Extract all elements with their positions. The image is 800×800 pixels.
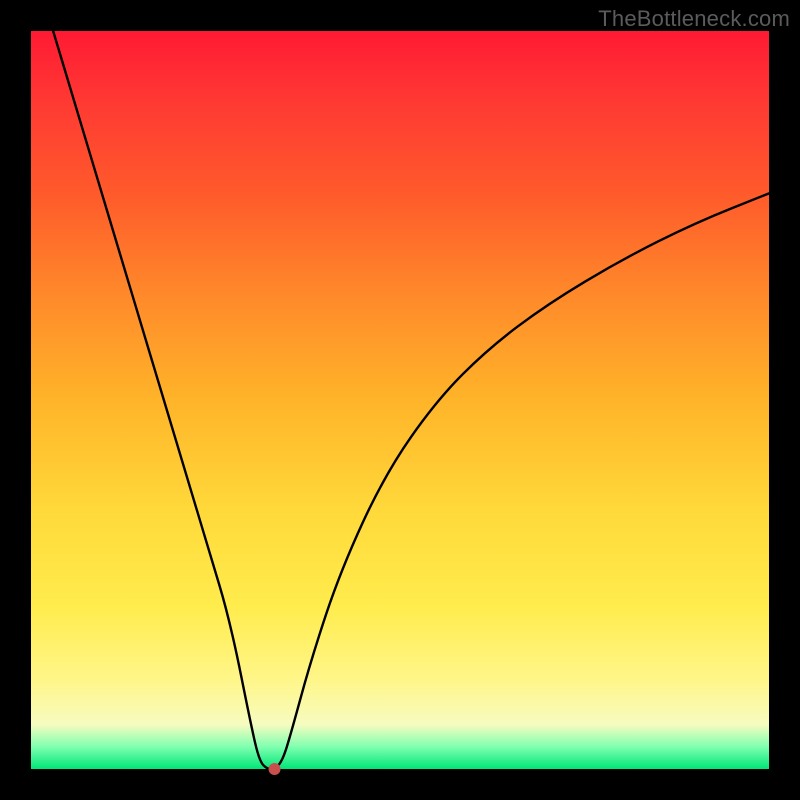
watermark-text: TheBottleneck.com <box>598 6 790 32</box>
chart-frame: TheBottleneck.com <box>0 0 800 800</box>
chart-svg <box>31 31 769 769</box>
plot-area <box>31 31 769 769</box>
bottleneck-curve-path <box>53 31 769 769</box>
optimum-marker <box>269 763 281 775</box>
